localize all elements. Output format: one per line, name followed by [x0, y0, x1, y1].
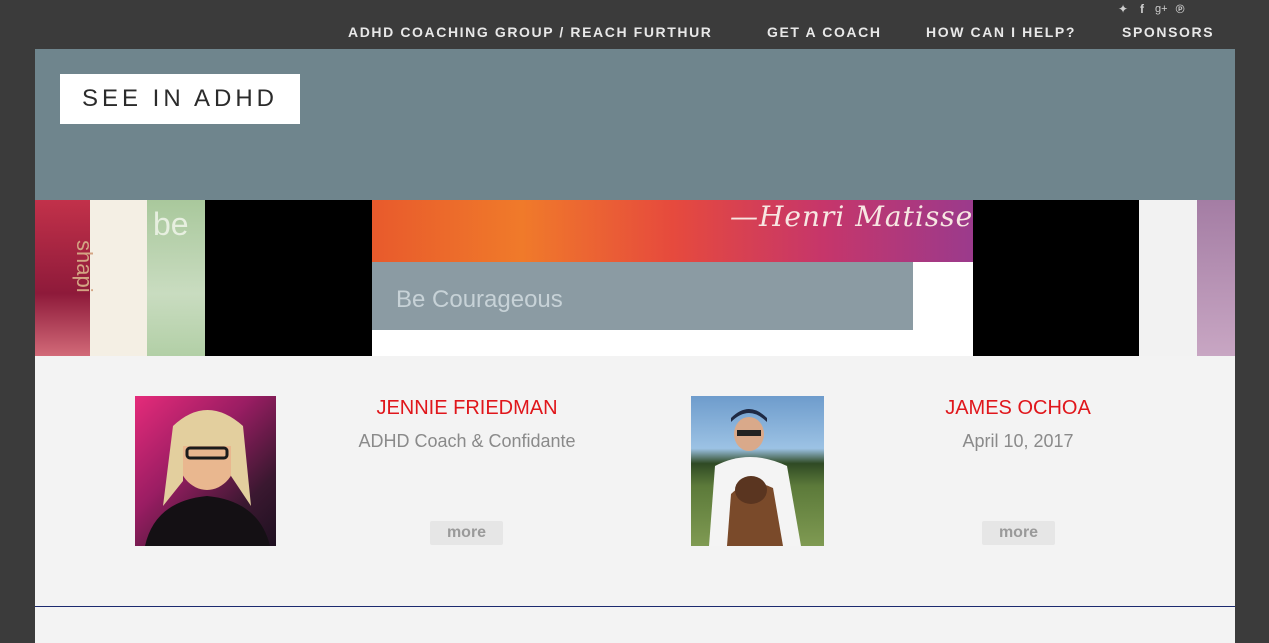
banner-caption-box: Be Courageous	[372, 262, 913, 330]
nav-item-sponsors[interactable]: SPONSORS	[1122, 24, 1214, 40]
banner-caption: Be Courageous	[396, 286, 563, 313]
coach-cards: JENNIE FRIEDMAN ADHD Coach & Confidante …	[35, 356, 1235, 607]
hero-banner: be shapi —Henri Matisse Be Courageous	[35, 200, 1235, 356]
section-divider	[35, 606, 1235, 607]
banner-collage-white	[1139, 200, 1197, 356]
banner-attribution: —Henri Matisse	[730, 200, 974, 233]
nav-item-how-can-i-help[interactable]: HOW CAN I HELP?	[926, 24, 1076, 40]
coach-name-jennie[interactable]: JENNIE FRIEDMAN	[317, 397, 617, 420]
top-navigation: ADHD COACHING GROUP / REACH FURTHUR GET …	[0, 24, 1269, 42]
twitter-icon[interactable]: ✦	[1117, 2, 1129, 16]
social-links: ✦ f g+ ℗	[1117, 2, 1186, 16]
person-silhouette-icon	[145, 410, 270, 546]
coach-photo-jennie[interactable]	[135, 396, 276, 546]
facebook-icon[interactable]: f	[1136, 2, 1148, 16]
banner-word-vertical: shapi	[72, 240, 97, 293]
nav-item-adhd-coaching-group[interactable]: ADHD COACHING GROUP / REACH FURTHUR	[348, 24, 713, 40]
header-band: SEE IN ADHD	[35, 49, 1235, 200]
banner-collage-purple	[1197, 200, 1235, 356]
site-logo[interactable]: SEE IN ADHD	[60, 74, 300, 124]
page-container: SEE IN ADHD be shapi —Henri Matisse Be C…	[35, 49, 1235, 643]
banner-collage-cream	[90, 200, 147, 356]
more-button-jennie[interactable]: more	[430, 521, 503, 545]
person-with-dog-icon	[709, 409, 801, 546]
banner-black-panel-left	[205, 200, 372, 356]
coach-name-james[interactable]: JAMES OCHOA	[868, 397, 1168, 420]
nav-item-get-a-coach[interactable]: GET A COACH	[767, 24, 882, 40]
pinterest-icon[interactable]: ℗	[1174, 2, 1186, 16]
coach-subtitle-james: April 10, 2017	[962, 431, 1074, 451]
coach-photo-james[interactable]	[691, 396, 824, 546]
banner-black-panel-right	[973, 200, 1139, 356]
banner-word-be: be	[153, 206, 189, 242]
google-plus-icon[interactable]: g+	[1155, 2, 1168, 16]
coach-subtitle-jennie: ADHD Coach & Confidante	[358, 431, 576, 451]
more-button-james[interactable]: more	[982, 521, 1055, 545]
